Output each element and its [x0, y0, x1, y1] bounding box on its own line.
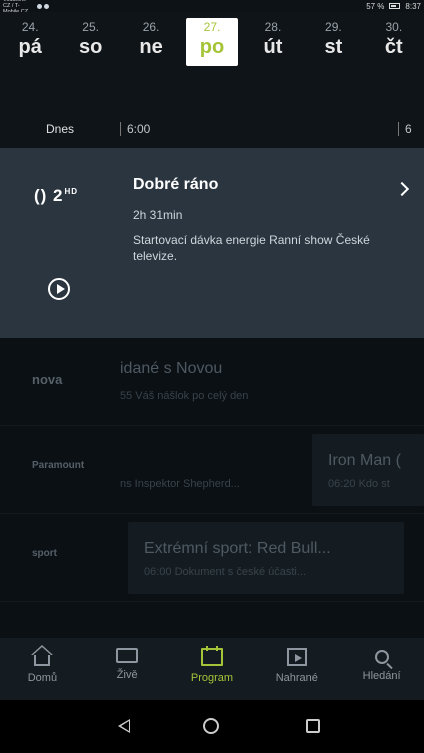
battery-icon [389, 3, 401, 9]
nav-recorded[interactable]: Nahrané [254, 638, 339, 700]
program-subtitle: 06:00 Dokument s české účasti... [144, 566, 307, 578]
nav-home[interactable]: Domů [0, 638, 85, 700]
program-duration: 2h 31min [133, 208, 183, 222]
channel-row[interactable]: Paramount Iron Man ( ns Inspektor Shephe… [0, 426, 424, 514]
time-marker: 6 [398, 122, 412, 136]
tv-icon [116, 648, 139, 663]
today-label[interactable]: Dnes [46, 122, 74, 136]
featured-program[interactable]: () 2HD Dobré ráno 2h 31min Startovací dá… [0, 148, 424, 338]
day-item[interactable]: 24. pá [0, 12, 60, 112]
program-description: Startovací dávka energie Ranní show Česk… [133, 233, 370, 263]
android-nav-bar [0, 700, 424, 753]
channel-logo: sport [32, 548, 57, 559]
clock: 8:37 [405, 1, 421, 11]
film-icon [286, 648, 307, 666]
timeline-header: Dnes 6:00 6 [0, 112, 424, 148]
search-icon [374, 650, 389, 664]
status-bar: Vodafone CZ / T-Mobile CZ 57 % 8:37 [0, 0, 424, 15]
channel-logo: () 2HD [34, 186, 79, 205]
program-cell[interactable] [312, 434, 424, 506]
day-item[interactable]: 29. st [303, 12, 363, 112]
play-icon[interactable] [48, 278, 70, 300]
program-subtitle: ns Inspektor Shepherd... [120, 478, 240, 490]
program-title: Extrémní sport: Red Bull... [144, 540, 331, 557]
program-subtitle: 55 Váš nášlok po celý den [120, 390, 249, 402]
nav-live[interactable]: Živě [85, 638, 170, 700]
day-item[interactable]: 28. út [243, 12, 303, 112]
channel-logo: nova [32, 372, 63, 387]
channel-row[interactable]: sport Extrémní sport: Red Bull... 06:00 … [0, 514, 424, 602]
time-marker: 6:00 [120, 122, 150, 136]
day-item[interactable]: 25. so [60, 12, 120, 112]
calendar-icon [200, 646, 223, 666]
program-title: idané s Novou [120, 360, 223, 377]
back-icon[interactable] [118, 719, 130, 733]
program-title: Dobré ráno [133, 176, 219, 193]
program-cell[interactable] [128, 522, 404, 594]
program-subtitle: 06:20 Kdo st [328, 478, 390, 490]
chevron-right-icon[interactable] [394, 181, 410, 197]
notification-icons [37, 3, 49, 9]
home-icon [31, 645, 54, 666]
day-item[interactable]: 26. ne [121, 12, 181, 112]
battery-percent: 57 % [366, 1, 385, 11]
home-button-icon[interactable] [203, 718, 219, 734]
day-strip: 24. pá 25. so 26. ne 27. po 28. út 29. st 30. č… [0, 12, 424, 112]
day-item-selected[interactable]: 27. po [186, 18, 238, 66]
nav-program[interactable]: Program [170, 638, 255, 700]
program-title: Iron Man ( [328, 452, 401, 469]
program-list: nova idané s Novou 55 Váš nášlok po celý… [0, 338, 424, 638]
nav-search[interactable]: Hledání [339, 638, 424, 700]
bottom-nav: Domů Živě Program Nahrané Hledání [0, 638, 424, 700]
recents-icon[interactable] [306, 719, 320, 733]
channel-row[interactable]: nova idané s Novou 55 Váš nášlok po celý… [0, 338, 424, 426]
channel-logo: Paramount [32, 460, 85, 471]
day-item[interactable]: 30. čt [364, 12, 424, 112]
